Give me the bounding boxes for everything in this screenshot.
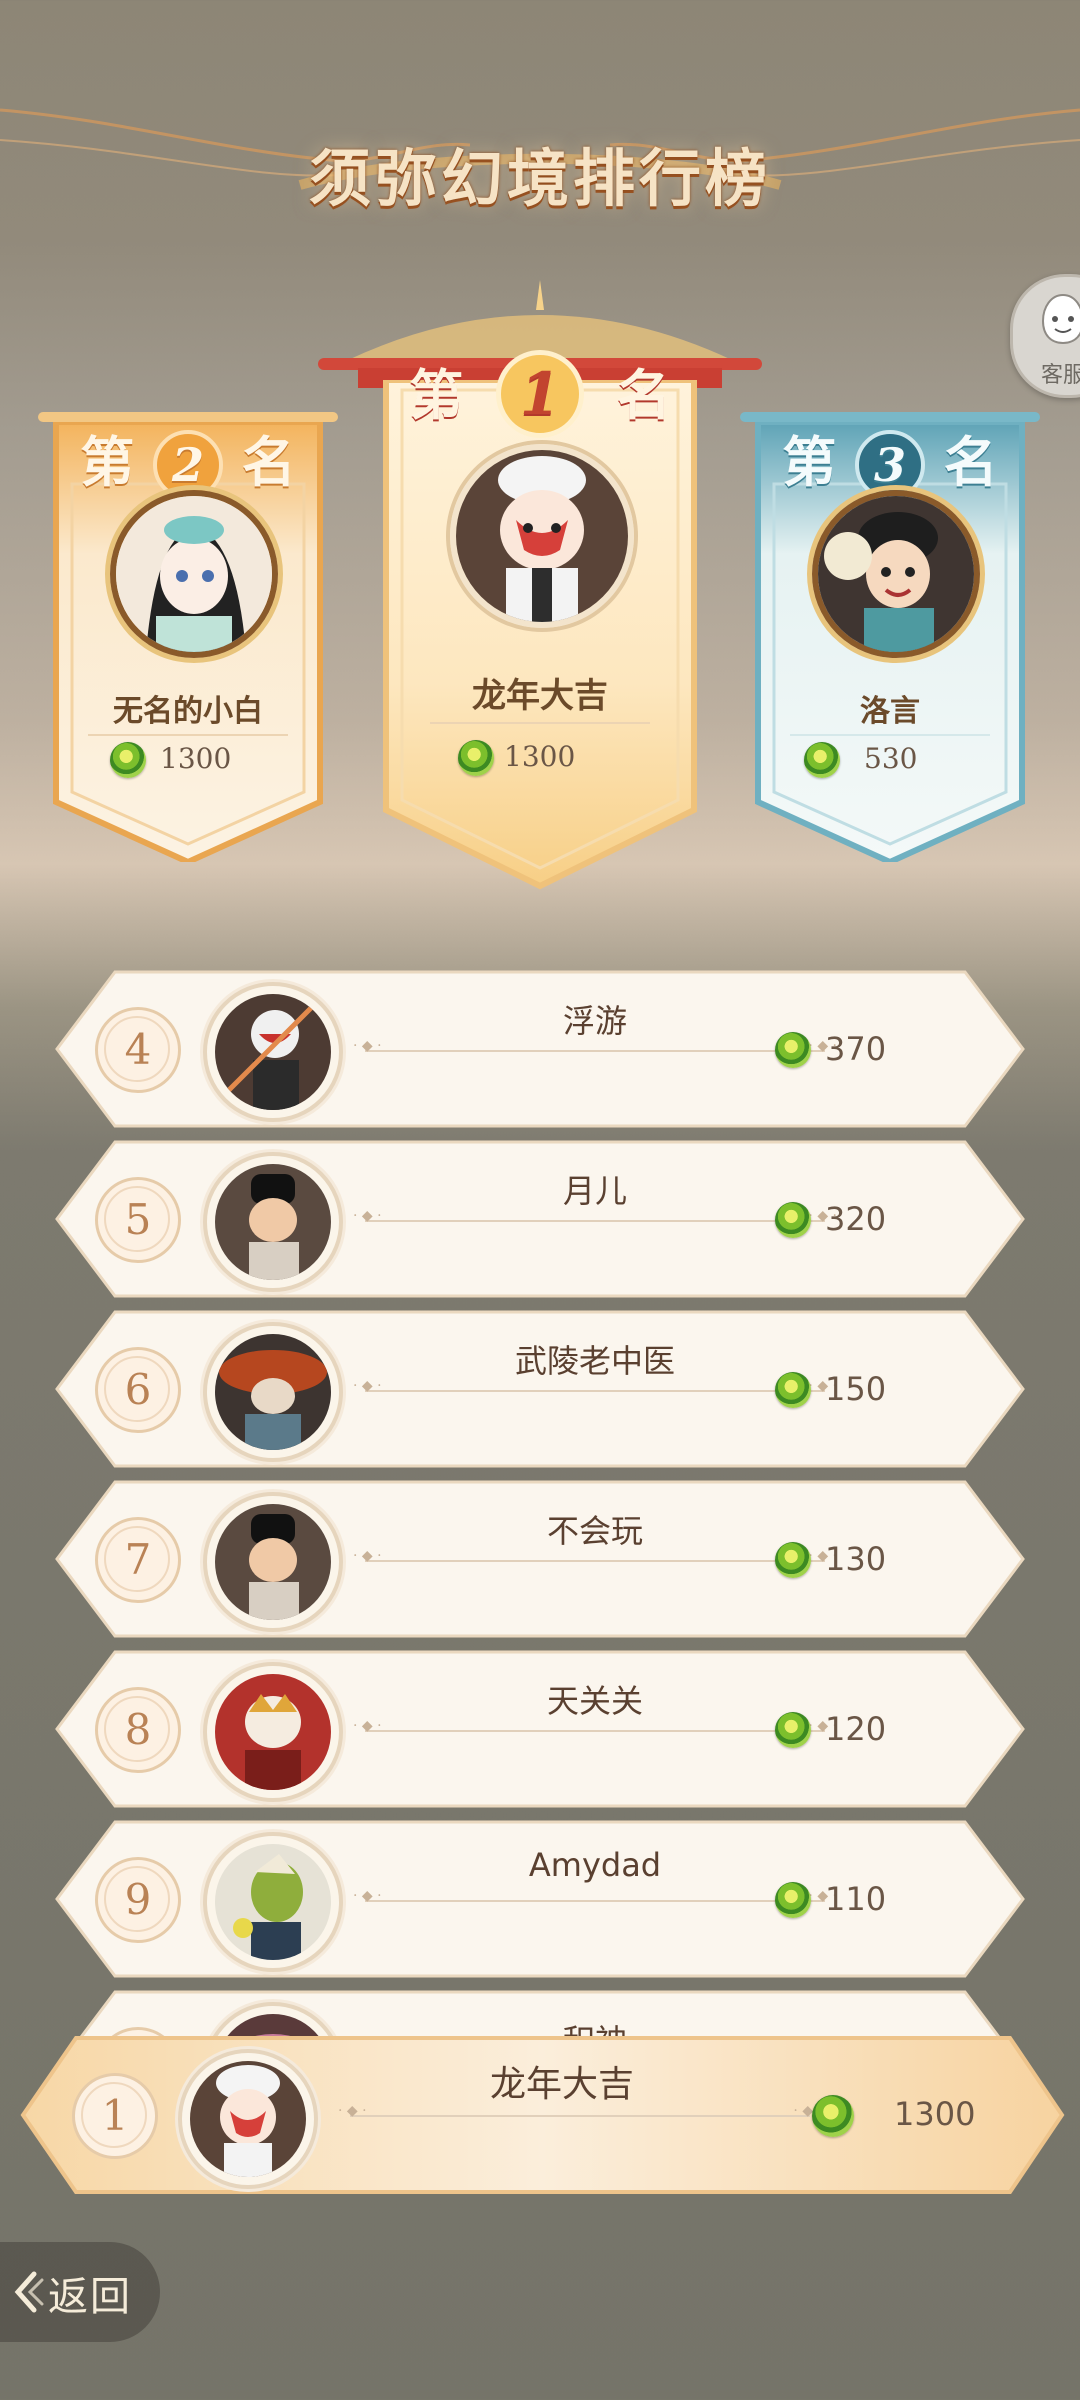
divider [353,1718,837,1734]
rank-number: 4 [95,1007,181,1093]
rank-suffix: 名 [943,430,998,494]
player-score: 150 [825,1370,887,1408]
character-portrait-icon [215,1504,331,1620]
avatar-first [450,444,634,628]
ranking-list[interactable]: 4 浮游 370 5 月儿 320 6 武陵老中医 150 7 不会玩 130 … [0,960,1080,2040]
rank-heading-third: 第 3 名 [740,418,1040,500]
character-portrait-icon [215,994,331,1110]
player-score: 110 [825,1880,887,1918]
coin-icon [804,742,840,778]
podium-third[interactable]: 第 3 名 洛言 530 [740,370,1040,870]
rank-heading-second: 第 2 名 [38,418,338,500]
my-rank-row[interactable]: 1 龙年大吉 1300 [20,2035,1065,2195]
player-score-first: 1300 [504,740,576,773]
coin-icon [812,2095,854,2137]
rank-number: 9 [95,1857,181,1943]
my-player-name: 龙年大吉 [489,2064,634,2105]
list-item[interactable]: 7 不会玩 130 [55,1480,1025,1638]
my-player-score: 1300 [894,2095,976,2133]
back-button[interactable]: 返回 [0,2242,160,2342]
divider [790,734,990,736]
list-item[interactable]: 4 浮游 370 [55,970,1025,1128]
mascot-icon [1041,293,1080,345]
coin-icon [775,1032,811,1068]
character-portrait-icon [116,496,272,652]
rank-suffix: 名 [241,430,296,494]
player-score: 130 [825,1540,887,1578]
rank-heading-first: 第 1 名 [318,350,762,438]
my-rank-number: 1 [72,2073,158,2159]
divider [353,1378,837,1394]
divider [353,1888,837,1904]
coin-icon [775,1372,811,1408]
divider [88,734,288,736]
player-name-third: 洛言 [860,694,920,729]
rank-number: 7 [95,1517,181,1603]
rank-medal-first: 1 [496,350,584,438]
podium-second[interactable]: 第 2 名 无名的小白 1300 [38,370,338,870]
player-score: 370 [825,1030,887,1068]
divider [430,722,650,724]
list-item[interactable]: 9 Amydad 110 [55,1820,1025,1978]
player-score-third: 530 [864,742,918,775]
back-label: 返回 [48,2274,132,2320]
player-score-second: 1300 [160,742,232,775]
list-item[interactable]: 5 月儿 320 [55,1140,1025,1298]
rank-prefix: 第 [80,430,135,494]
coin-icon [775,1712,811,1748]
player-name-second: 无名的小白 [113,694,263,729]
avatar-third [812,490,980,658]
title-area: 须弥幻境排行榜 [0,0,1080,300]
rank-suffix: 名 [616,363,671,427]
divider [353,1548,837,1564]
list-item[interactable]: 8 天关关 120 [55,1650,1025,1808]
coin-icon [775,1882,811,1918]
rank-prefix: 第 [409,363,464,427]
coin-icon [775,1202,811,1238]
character-portrait-icon [215,1674,331,1790]
podium-first[interactable]: 第 1 名 龙年大吉 1300 [318,280,762,900]
rank-prefix: 第 [782,430,837,494]
divider [353,1038,837,1054]
coin-icon [775,1542,811,1578]
page-title: 须弥幻境排行榜 [308,142,771,215]
avatar-second [110,490,278,658]
character-portrait-icon [215,1164,331,1280]
coin-icon [110,742,146,778]
player-name: Amydad [528,1846,662,1884]
character-portrait-icon [215,1844,331,1960]
rank-number: 6 [95,1347,181,1433]
coin-icon [458,740,494,776]
character-portrait-icon [456,450,628,622]
character-portrait-icon [818,496,974,652]
rank-number: 8 [95,1687,181,1773]
divider [338,2103,822,2119]
rank-number: 5 [95,1177,181,1263]
list-item[interactable]: 6 武陵老中医 150 [55,1310,1025,1468]
divider [353,1208,837,1224]
list-item[interactable]: 10 积神 [55,1990,1025,2040]
character-portrait-icon [215,1334,331,1450]
chevron-left-icon [14,2271,44,2313]
player-name-first: 龙年大吉 [472,676,608,716]
customer-service-label: 客服 [1041,363,1080,388]
player-score: 320 [825,1200,887,1238]
player-score: 120 [825,1710,887,1748]
